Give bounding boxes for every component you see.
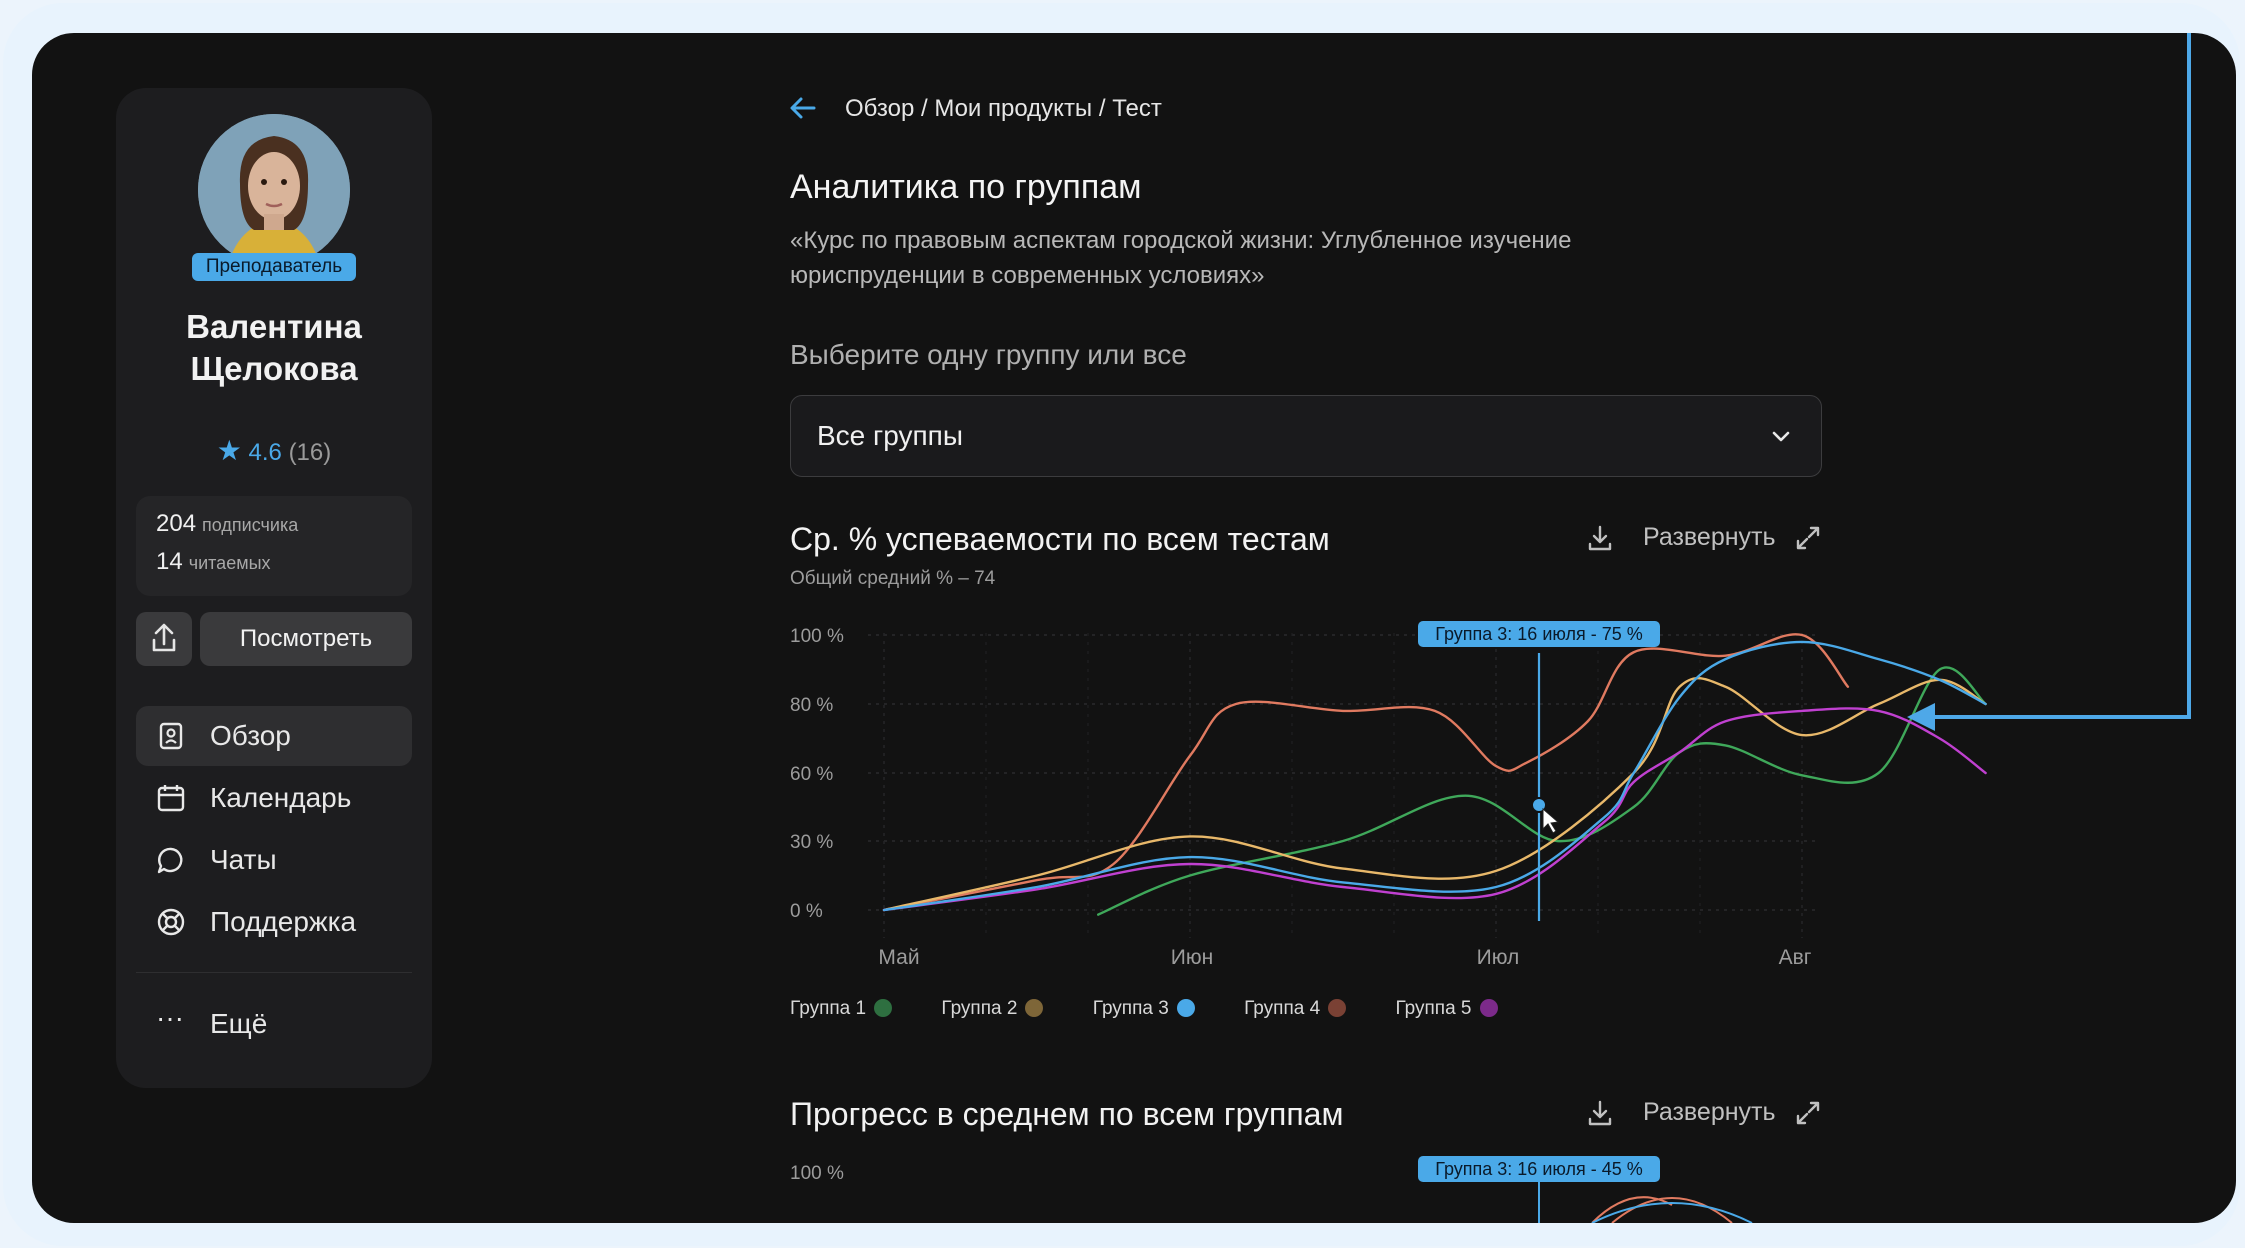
chart2-tooltip: Группа 3: 16 июля - 45 % [1435, 1159, 1643, 1179]
chart2-plot: Группа 3: 16 июля - 45 % [1418, 1156, 1753, 1223]
annotation-arrow-line [2187, 33, 2191, 719]
app-screen: Преподаватель Валентина Щелокова ★ 4.6 (… [32, 33, 2236, 1223]
chart2-series-partial [1591, 1196, 1733, 1223]
annotation-arrow-head [1907, 703, 1935, 731]
annotation-arrow-line [1932, 715, 2191, 719]
